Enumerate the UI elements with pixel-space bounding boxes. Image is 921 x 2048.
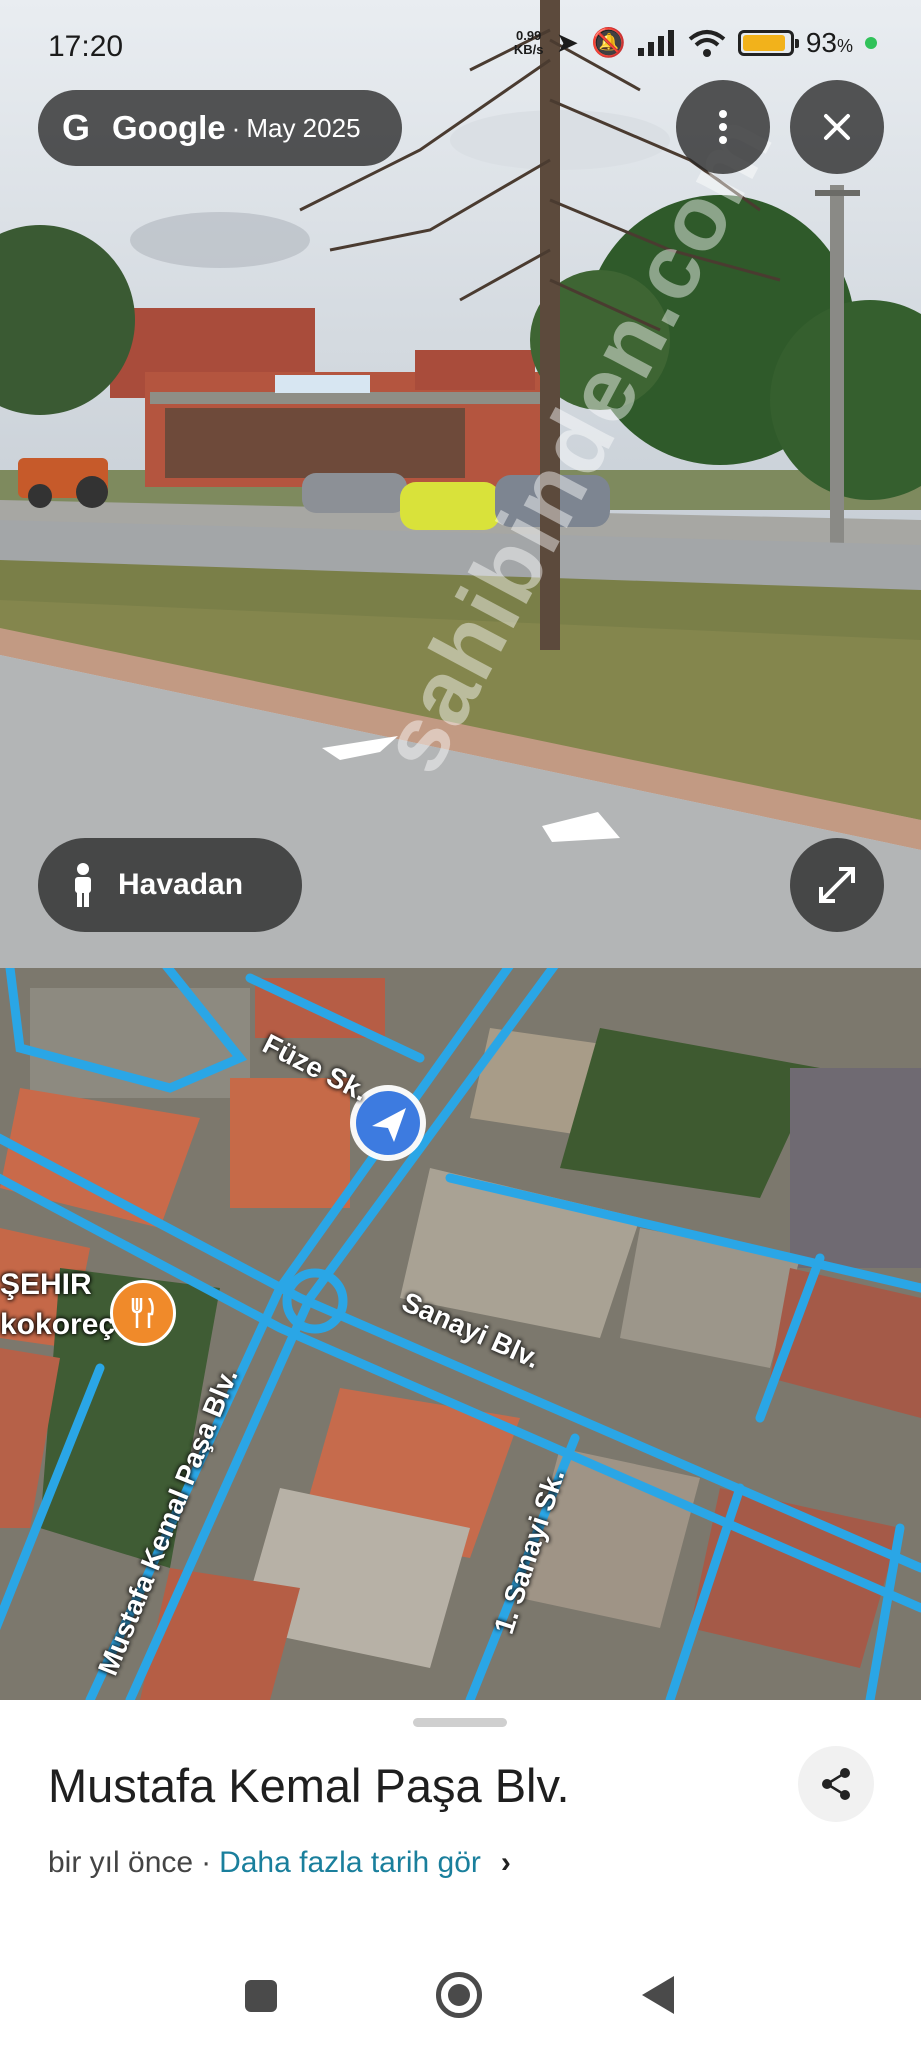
status-bar: 17:20 0.99 KB/s ➤ 🔕 93% <box>0 0 921 96</box>
battery-icon <box>737 29 799 56</box>
system-nav-bar <box>0 1960 921 2048</box>
imagery-provider: Google <box>112 109 226 146</box>
chevron-right-icon[interactable]: › <box>501 1846 511 1880</box>
separator: · <box>231 112 241 143</box>
net-speed-unit: KB/s <box>513 41 544 57</box>
status-dot-icon <box>865 36 877 49</box>
wifi-icon <box>688 29 726 57</box>
street-view-panel[interactable]: sahibinden.com 17:20 0.99 KB/s ➤ 🔕 93% G… <box>0 0 921 968</box>
poi-label-line2: kokoreç <box>0 1308 116 1341</box>
status-icons: 0.99 KB/s ➤ 🔕 93% <box>514 26 877 59</box>
close-icon <box>824 114 850 140</box>
person-icon <box>75 863 91 907</box>
restaurant-poi[interactable] <box>110 1280 176 1346</box>
separator: · <box>201 1846 212 1879</box>
more-dates-link[interactable]: Daha fazla tarih gör <box>219 1846 481 1880</box>
imagery-date-row: bir yıl önce · Daha fazla tarih gör › <box>48 1846 511 1880</box>
more-vertical-icon <box>719 110 727 144</box>
navigation-arrow-icon: ➤ <box>555 27 579 58</box>
drag-handle[interactable] <box>413 1718 507 1727</box>
restaurant-icon <box>131 1298 154 1328</box>
share-icon <box>822 1768 850 1800</box>
more-options-button[interactable] <box>676 80 770 174</box>
capture-date: May 2025 <box>246 112 361 143</box>
place-title: Mustafa Kemal Paşa Blv. <box>48 1759 570 1812</box>
share-button[interactable] <box>798 1746 874 1822</box>
battery-fill <box>742 34 786 51</box>
imagery-source-pill[interactable]: G Google · May 2025 <box>38 90 402 166</box>
back-triangle-icon[interactable] <box>642 1976 674 2014</box>
relative-time: bir yıl önce <box>48 1846 194 1879</box>
google-logo-icon: G <box>61 107 90 148</box>
poi-label-line1: ŞEHIR <box>0 1268 92 1301</box>
silent-icon: 🔕 <box>590 27 626 58</box>
view-mode-button[interactable]: Havadan <box>38 838 302 932</box>
expand-icon <box>819 867 855 903</box>
view-mode-label: Havadan <box>118 868 244 901</box>
status-time: 17:20 <box>48 30 124 63</box>
home-circle-icon[interactable] <box>436 1972 482 2018</box>
net-speed: 0.99 KB/s <box>513 27 544 57</box>
recents-square-icon[interactable] <box>245 1980 277 2012</box>
expand-button[interactable] <box>790 838 884 932</box>
signal-bars-icon <box>637 29 674 56</box>
battery-percent: 93% <box>805 26 853 58</box>
close-button[interactable] <box>790 80 884 174</box>
net-speed-value: 0.99 <box>516 27 542 43</box>
